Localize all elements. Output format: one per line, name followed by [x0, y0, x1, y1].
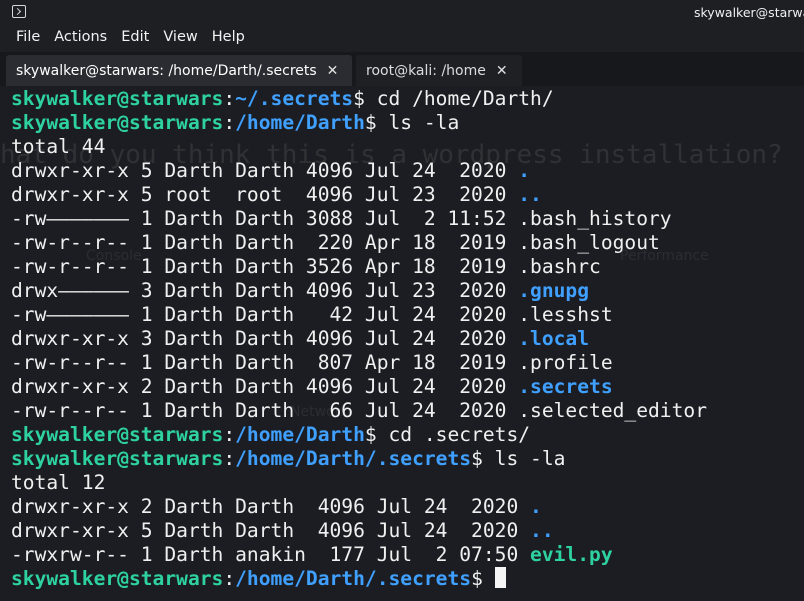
prompt-path: /home/Darth/.secrets [235, 447, 472, 470]
prompt-line: skywalker@starwars:/home/Darth$ cd .secr… [11, 423, 707, 447]
file-metadata: drwxr-xr-x 2 Darth Darth 4096 Jul 24 202… [11, 375, 519, 398]
listing-row: -rw-r--r-- 1 Darth Darth 220 Apr 18 2019… [11, 231, 707, 255]
tab-bar: skywalker@starwars: /home/Darth/.secrets… [0, 52, 804, 86]
prompt-line: skywalker@starwars:/home/Darth/.secrets$… [11, 447, 707, 471]
output-line: total 12 [11, 471, 707, 495]
prompt-line: skywalker@starwars:/home/Darth$ ls -la [11, 111, 707, 135]
listing-row: -rw-r--r-- 1 Darth Darth 66 Jul 24 2020 … [11, 399, 707, 423]
file-metadata: drwxr-xr-x 5 Darth Darth 4096 Jul 24 202… [11, 159, 519, 182]
close-icon[interactable]: ✕ [496, 63, 508, 79]
listing-row: drwxr-xr-x 5 Darth Darth 4096 Jul 24 202… [11, 519, 707, 543]
file-name: . [530, 495, 542, 518]
listing-row: drwxr-xr-x 5 Darth Darth 4096 Jul 24 202… [11, 159, 707, 183]
prompt-separator: : [223, 447, 236, 470]
prompt-user: skywalker@starwars [11, 87, 224, 110]
file-name: .gnupg [518, 279, 590, 302]
listing-row: drwxr-xr-x 2 Darth Darth 4096 Jul 24 202… [11, 375, 707, 399]
prompt-user: skywalker@starwars [11, 447, 224, 470]
listing-row: -rwxrw-r-- 1 Darth anakin 177 Jul 2 07:5… [11, 543, 707, 567]
prompt-path: /home/Darth [235, 423, 365, 446]
file-metadata: -rw-r--r-- 1 Darth Darth 66 Jul 24 2020 [11, 399, 519, 422]
prompt-command: $ ls -la [471, 447, 566, 470]
text-cursor[interactable] [494, 567, 506, 588]
file-name: .secrets [518, 375, 613, 398]
prompt-separator: : [223, 423, 236, 446]
tab-skywalker[interactable]: skywalker@starwars: /home/Darth/.secrets… [6, 55, 352, 86]
title-bar: skywalker@starwars: /home/Darth/.secrets [0, 0, 804, 26]
file-name: .profile [518, 351, 613, 374]
terminal-output: skywalker@starwars:~/.secrets$ cd /home/… [11, 87, 707, 591]
prompt-user: skywalker@starwars [11, 567, 224, 590]
file-metadata: -rw-r--r-- 1 Darth Darth 220 Apr 18 2019 [11, 231, 519, 254]
prompt-command: $ cd /home/Darth/ [353, 87, 554, 110]
prompt-path: ~/.secrets [235, 87, 354, 110]
listing-row: drwxr-xr-x 2 Darth Darth 4096 Jul 24 202… [11, 495, 707, 519]
menu-view[interactable]: View [156, 26, 204, 52]
terminal-icon[interactable] [12, 5, 26, 18]
listing-row: drwxr-xr-x 5 root root 4096 Jul 23 2020 … [11, 183, 707, 207]
prompt-user: skywalker@starwars [11, 423, 224, 446]
prompt-path: /home/Darth/.secrets [235, 567, 472, 590]
listing-row: -rw-r--r-- 1 Darth Darth 807 Apr 18 2019… [11, 351, 707, 375]
file-name: .. [530, 519, 554, 542]
menu-help[interactable]: Help [205, 26, 252, 52]
file-name: evil.py [530, 543, 613, 566]
prompt-line: skywalker@starwars:~/.secrets$ cd /home/… [11, 87, 707, 111]
file-name: .. [518, 183, 542, 206]
file-name: . [518, 159, 531, 182]
file-name: .local [518, 327, 590, 350]
window-title: skywalker@starwars: /home/Darth/.secrets [694, 5, 804, 20]
file-metadata: -rwxrw-r-- 1 Darth anakin 177 Jul 2 07:5… [11, 543, 531, 566]
file-metadata: -rw——————— 1 Darth Darth 42 Jul 24 2020 [11, 303, 519, 326]
listing-row: drwx—————— 3 Darth Darth 4096 Jul 23 202… [11, 279, 707, 303]
prompt-separator: : [223, 87, 236, 110]
file-name: .bash_logout [518, 231, 660, 254]
prompt-path: /home/Darth [235, 111, 365, 134]
output-line: total 44 [11, 135, 707, 159]
menu-edit[interactable]: Edit [114, 26, 156, 52]
tab-label: root@kali: /home [366, 62, 486, 79]
output-text: total 44 [11, 135, 106, 158]
file-name: .bashrc [518, 255, 601, 278]
listing-row: -rw——————— 1 Darth Darth 3088 Jul 2 11:5… [11, 207, 707, 231]
file-name: .lesshst [518, 303, 613, 326]
prompt-user: skywalker@starwars [11, 111, 224, 134]
prompt-separator: : [223, 111, 236, 134]
tab-label: skywalker@starwars: /home/Darth/.secrets [16, 62, 317, 79]
file-metadata: -rw-r--r-- 1 Darth Darth 807 Apr 18 2019 [11, 351, 519, 374]
file-metadata: -rw-r--r-- 1 Darth Darth 3526 Apr 18 201… [11, 255, 519, 278]
tab-root-kali[interactable]: root@kali: /home ✕ [356, 55, 522, 86]
terminal-view[interactable]: hat do you think this is a wordpress ins… [0, 86, 804, 601]
file-name: .selected_editor [518, 399, 707, 422]
file-metadata: drwxr-xr-x 5 Darth Darth 4096 Jul 24 202… [11, 519, 531, 542]
close-icon[interactable]: ✕ [327, 63, 339, 79]
prompt-line: skywalker@starwars:/home/Darth/.secrets$ [11, 567, 707, 591]
output-text: total 12 [11, 471, 106, 494]
prompt-command: $ ls -la [364, 111, 460, 134]
file-name: .bash_history [518, 207, 672, 230]
file-metadata: drwx—————— 3 Darth Darth 4096 Jul 23 202… [11, 279, 519, 302]
file-metadata: drwxr-xr-x 3 Darth Darth 4096 Jul 24 202… [11, 327, 519, 350]
menu-actions[interactable]: Actions [47, 26, 114, 52]
prompt-command: $ [471, 567, 495, 590]
file-metadata: drwxr-xr-x 5 root root 4096 Jul 23 2020 [11, 183, 519, 206]
listing-row: -rw——————— 1 Darth Darth 42 Jul 24 2020 … [11, 303, 707, 327]
menu-bar: File Actions Edit View Help [0, 26, 804, 52]
file-metadata: -rw——————— 1 Darth Darth 3088 Jul 2 11:5… [11, 207, 519, 230]
prompt-separator: : [223, 567, 236, 590]
prompt-command: $ cd .secrets/ [364, 423, 531, 446]
menu-file[interactable]: File [9, 26, 47, 52]
listing-row: -rw-r--r-- 1 Darth Darth 3526 Apr 18 201… [11, 255, 707, 279]
file-metadata: drwxr-xr-x 2 Darth Darth 4096 Jul 24 202… [11, 495, 531, 518]
listing-row: drwxr-xr-x 3 Darth Darth 4096 Jul 24 202… [11, 327, 707, 351]
